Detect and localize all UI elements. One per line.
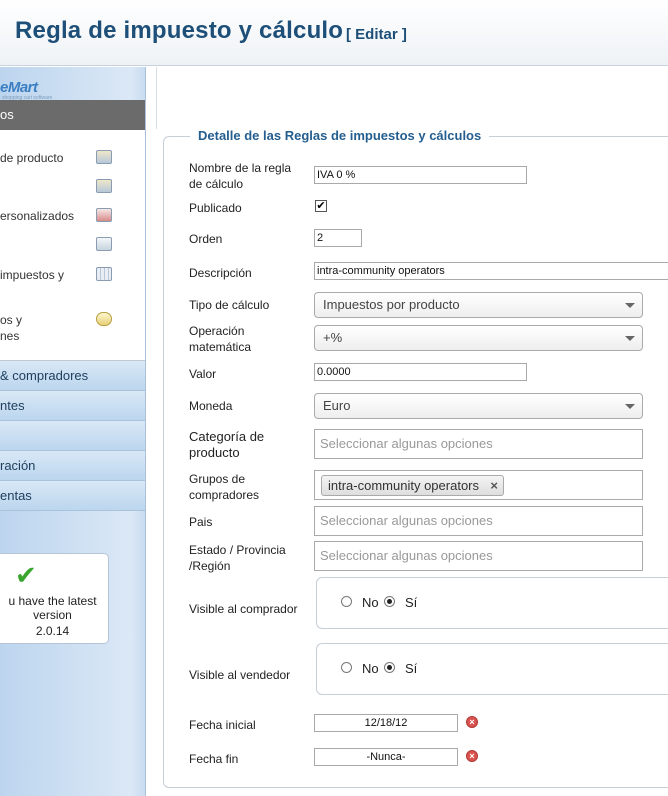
version-message: u have the latest version	[8, 594, 97, 622]
sidebar-section-configuration[interactable]: ración	[0, 451, 145, 481]
sidebar-item-custom-fields[interactable]: ersonalizados	[0, 208, 74, 224]
fieldset-legend: Detalle de las Reglas de impuestos y cál…	[190, 128, 490, 143]
visible-seller-yes-radio[interactable]	[384, 662, 395, 673]
start-date-input[interactable]: 12/18/12	[314, 714, 458, 732]
radio-no-label: No	[362, 661, 379, 676]
end-date-label: Fecha fin	[189, 752, 239, 766]
visible-buyer-radio-group: No Sí	[316, 577, 668, 629]
visible-seller-radio-group: No Sí	[316, 643, 668, 695]
visible-buyer-label: Visible al comprador	[189, 602, 298, 616]
sidebar-section-ntes[interactable]: ntes	[0, 391, 145, 421]
calc-type-label: Tipo de cálculo	[189, 298, 270, 312]
currency-select[interactable]: Euro	[314, 393, 643, 419]
sidebar: eMart shopping cart software os de produ…	[0, 67, 146, 796]
sidebar-active-section[interactable]: os	[0, 100, 145, 130]
toolbar-area	[156, 67, 668, 129]
chevron-down-icon	[625, 404, 635, 409]
sidebar-item-taxes[interactable]: impuestos y	[0, 267, 64, 283]
page: { "header": { "title": "Regla de impuest…	[0, 0, 668, 796]
radio-yes-label: Sí	[405, 661, 418, 676]
sidebar-section-buyers[interactable]: & compradores	[0, 361, 145, 391]
calculator-icon[interactable]	[96, 267, 112, 281]
speech-bubble-icon[interactable]	[96, 312, 112, 326]
order-input[interactable]: 2	[314, 229, 362, 247]
clear-end-date-icon[interactable]: ×	[466, 750, 478, 762]
visible-seller-label: Visible al vendedor	[189, 668, 291, 682]
chevron-down-icon	[625, 336, 635, 341]
check-icon: ✔	[15, 560, 37, 590]
shopper-groups-multiselect[interactable]: intra-community operators ×	[314, 470, 643, 500]
radio-no-label: No	[362, 595, 379, 610]
country-label: Pais	[189, 515, 213, 529]
sidebar-submenu: de producto ersonalizados impuestos y os…	[0, 130, 145, 361]
shopper-groups-label: Grupos de compradores	[189, 472, 260, 502]
product-category-label: Categoría de producto	[189, 429, 265, 460]
version-status-box: ✔ u have the latest version 2.0.14	[0, 553, 109, 644]
clear-start-date-icon[interactable]: ×	[466, 716, 478, 728]
published-label: Publicado	[189, 201, 242, 215]
country-multiselect[interactable]: Seleccionar algunas opciones	[314, 506, 643, 536]
visible-seller-no-radio[interactable]	[341, 662, 352, 673]
start-date-label: Fecha inicial	[189, 718, 256, 732]
published-checkbox[interactable]: ✔	[315, 200, 327, 212]
order-label: Orden	[189, 232, 223, 246]
sidebar-item-last-line2[interactable]: nes	[0, 328, 19, 344]
visible-buyer-no-radio[interactable]	[341, 596, 352, 607]
product-category-multiselect[interactable]: Seleccionar algunas opciones	[314, 429, 643, 459]
camera-icon[interactable]	[96, 179, 112, 193]
version-number: 2.0.14	[35, 624, 70, 638]
custom-fields-icon[interactable]	[96, 208, 112, 222]
state-multiselect[interactable]: Seleccionar algunas opciones	[314, 541, 643, 571]
value-input[interactable]: 0.0000	[314, 363, 527, 381]
edit-icon[interactable]	[96, 237, 112, 251]
rule-name-label: Nombre de la regla de cálculo	[189, 161, 292, 191]
end-date-input[interactable]: -Nunca-	[314, 748, 458, 766]
state-label: Estado / Provincia/Región	[189, 543, 286, 573]
description-label: Descripción	[189, 266, 252, 280]
math-operation-select[interactable]: +%	[314, 325, 643, 351]
sidebar-item-product-label[interactable]: de producto	[0, 150, 63, 166]
description-input[interactable]: intra-community operators	[314, 262, 668, 280]
rule-name-input[interactable]: IVA 0 %	[314, 166, 527, 184]
value-label: Valor	[189, 367, 217, 381]
sidebar-section-empty[interactable]	[0, 421, 145, 451]
currency-label: Moneda	[189, 399, 233, 413]
page-title: Regla de impuesto y cálculo	[15, 17, 344, 44]
edit-mode-label: [ Editar ]	[346, 26, 407, 43]
radio-yes-label: Sí	[405, 595, 418, 610]
calc-type-select[interactable]: Impuestos por producto	[314, 292, 643, 318]
virtuemart-logo: eMart	[0, 79, 38, 96]
camera-icon[interactable]	[96, 150, 112, 164]
sidebar-item-last-line1[interactable]: os y	[0, 312, 22, 328]
visible-buyer-yes-radio[interactable]	[384, 596, 395, 607]
selected-group-chip[interactable]: intra-community operators ×	[321, 475, 504, 496]
chevron-down-icon	[625, 303, 635, 308]
remove-chip-icon[interactable]: ×	[490, 476, 498, 495]
sidebar-section-tools[interactable]: entas	[0, 481, 145, 511]
math-operation-label: Operación matemática	[189, 324, 252, 354]
page-header: Regla de impuesto y cálculo [ Editar ]	[0, 0, 668, 66]
